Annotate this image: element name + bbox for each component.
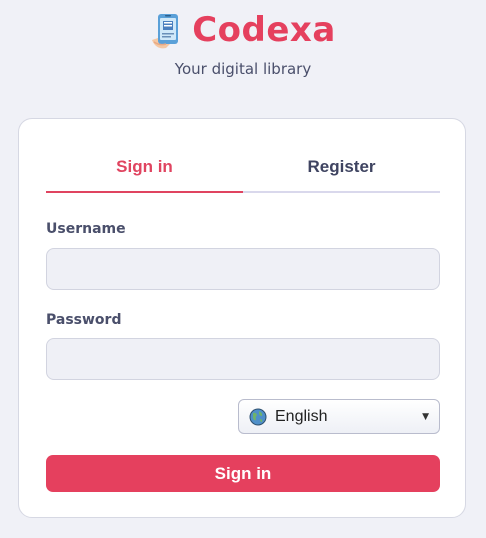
book-phone-icon <box>150 10 184 50</box>
globe-icon <box>249 408 267 426</box>
username-input[interactable] <box>46 248 440 290</box>
password-label: Password <box>46 312 122 328</box>
auth-card: Sign in Register Username Password Engli… <box>18 118 466 518</box>
tagline: Your digital library <box>174 60 312 78</box>
auth-tabs: Sign in Register <box>46 149 440 193</box>
brand-header: Codexa <box>0 8 486 52</box>
chevron-down-icon: ▼ <box>422 411 429 422</box>
password-input[interactable] <box>46 338 440 380</box>
username-label: Username <box>46 221 126 237</box>
brand-title: Codexa <box>192 10 336 50</box>
language-label: English <box>275 407 328 425</box>
tab-register[interactable]: Register <box>243 149 440 191</box>
sign-in-button[interactable]: Sign in <box>46 455 440 492</box>
language-select[interactable]: English ▼ <box>238 399 440 434</box>
tab-sign-in[interactable]: Sign in <box>46 149 243 193</box>
